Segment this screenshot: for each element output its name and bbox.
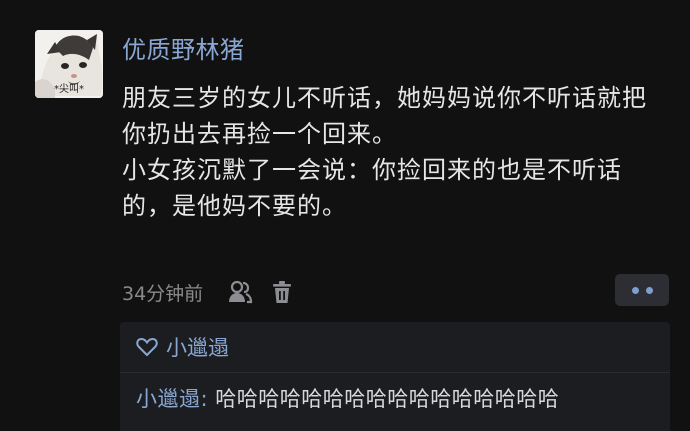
timestamp: 34分钟前 [122, 282, 204, 305]
avatar[interactable]: *尖叫* [35, 30, 103, 98]
avatar-caption: *尖叫* [54, 84, 84, 95]
post-paragraph: 小女孩沉默了一会说：你捡回来的也是不听话的，是他妈不要的。 [122, 156, 622, 220]
post-body: 朋友三岁的女儿不听话，她妈妈说你不听话就把你扔出去再捡一个回来。 小女孩沉默了一… [122, 80, 662, 224]
heart-icon[interactable] [136, 337, 158, 357]
users-icon[interactable] [225, 277, 255, 307]
likes-row: 小邋遢 [136, 330, 229, 364]
liker-name[interactable]: 小邋遢 [166, 332, 229, 362]
reply-text: 哈哈哈哈哈哈哈哈哈哈哈哈哈哈哈哈 [208, 387, 560, 411]
username[interactable]: 优质野林猪 [122, 34, 245, 66]
more-dots-icon [645, 286, 653, 294]
reply-panel: 小邋遢 小邋遢: 哈哈哈哈哈哈哈哈哈哈哈哈哈哈哈哈 [120, 322, 670, 431]
post-meta: 34分钟前 [122, 276, 297, 308]
more-options-button[interactable] [615, 274, 669, 306]
comment-screen: *尖叫* 优质野林猪 朋友三岁的女儿不听话，她妈妈说你不听话就把你扔出去再捡一个… [0, 0, 690, 431]
divider [120, 372, 670, 373]
reply-item[interactable]: 小邋遢: 哈哈哈哈哈哈哈哈哈哈哈哈哈哈哈哈 [136, 384, 559, 414]
post-paragraph: 朋友三岁的女儿不听话，她妈妈说你不听话就把你扔出去再捡一个回来。 [122, 84, 647, 148]
trash-icon[interactable] [267, 277, 297, 307]
more-dots-icon [631, 286, 639, 294]
reply-author[interactable]: 小邋遢: [136, 387, 208, 411]
